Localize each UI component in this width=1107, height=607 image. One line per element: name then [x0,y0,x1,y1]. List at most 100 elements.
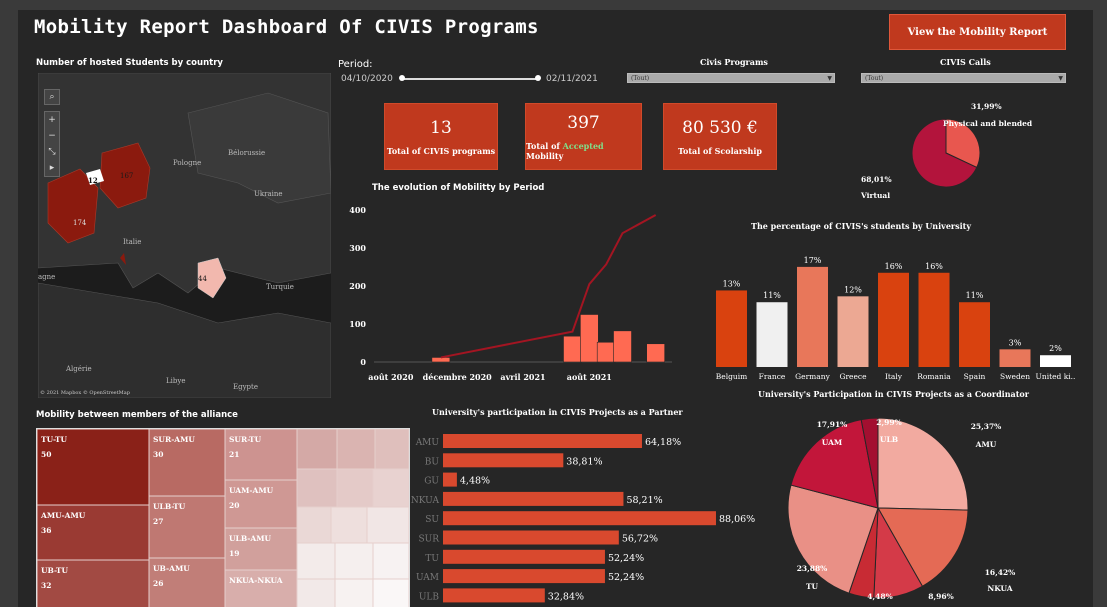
university-category-label: Sweden [1000,372,1030,381]
period-slider-handle-end[interactable] [535,75,541,81]
page-title: Mobility Report Dashboard Of CIVIS Progr… [34,16,539,38]
coordinator-pct-label: 2,99% [876,418,901,427]
coordinator-name-label: UAM [822,438,842,447]
university-category-label: United ki.. [1036,372,1076,381]
university-bar-sweden [999,349,1031,367]
svg-text:Italie: Italie [123,238,141,246]
map-svg: 167 174 12 44 Pologne Bélorussie Ukraine… [38,73,331,398]
y-tick-label: 200 [349,281,366,291]
map-label-greece: 44 [198,275,207,283]
treemap-cell-value: 21 [229,450,239,459]
kpi-mobility: 397 Total of Accepted Mobility [525,103,642,170]
programs-filter-label: Civis Programs [700,57,768,67]
partner-category-label: UAM [416,573,439,583]
coordinator-slice-amu [877,417,969,511]
treemap-cell-value: 30 [153,450,163,459]
partner-bar-chart: AMU 64,18% BU 38,81% GU 4,48% NKUA 58,21% SU 88,0… [411,434,755,603]
map-label-france: 174 [73,219,87,227]
treemap-cell [336,468,374,508]
university-bar-greece [837,296,869,367]
partner-bar-gu [443,472,457,487]
treemap-cell [330,506,368,544]
calls-dropdown[interactable]: (Tout) ▼ [861,73,1066,83]
partner-bar-nkua [443,491,624,506]
partner-value-label: 52,24% [608,553,644,564]
university-value-label: 11% [763,291,781,300]
coordinator-name-label: NKUA [987,584,1012,593]
kpi-scholarship: 80 530 € Total of Scolarship [663,103,777,170]
dashboard: Mobility Report Dashboard Of CIVIS Progr… [18,10,1093,607]
university-value-label: 3% [1009,338,1022,347]
programs-dropdown[interactable]: (Tout) ▼ [627,73,835,83]
mode-label-name: Physical and blended [943,119,1033,128]
x-tick-label: août 2021 [567,372,612,382]
university-category-label: Spain [964,372,986,381]
y-tick-label: 100 [349,319,366,329]
map-label-belgium: 12 [88,176,98,185]
y-tick-label: 0 [360,357,366,367]
treemap-cell-value: 26 [153,579,163,588]
map-label-germany: 167 [120,172,133,180]
treemap-svg: TU-TU 50 AMU-AMU 36 UB-TU 32 SUR-AMU 30 ULB-TU 27… [37,429,409,607]
evolution-bar [580,314,599,363]
partner-category-label: TU [425,554,439,564]
svg-text:Algérie: Algérie [65,365,92,373]
evolution-bar [431,357,451,363]
coordinator-pct-label: 4,48% [867,592,892,601]
alliance-treemap: TU-TU 50 AMU-AMU 36 UB-TU 32 SUR-AMU 30 ULB-TU 27… [36,428,410,607]
treemap-cell [296,506,332,544]
partner-bar-su [443,511,716,526]
period-label: Period: [338,59,373,70]
university-bar-germany [797,266,828,367]
evolution-bar [563,335,582,363]
view-report-button[interactable]: View the Mobility Report [889,14,1066,50]
university-value-label: 12% [844,285,862,294]
svg-text:Libye: Libye [166,377,185,385]
map-search-icon[interactable]: ⌕ [44,89,60,105]
university-bar-france [756,302,788,367]
partner-bar-amu [443,434,642,448]
university-value-label: 13% [723,279,741,288]
y-tick-label: 300 [349,243,366,253]
university-category-label: Italy [885,372,903,381]
partner-category-label: GU [424,477,439,487]
treemap-cell-name: UB-AMU [153,564,190,573]
treemap-cell-value: 20 [229,501,239,510]
evolution-bar [646,343,665,363]
treemap-cell [336,429,376,470]
map-title: Number of hosted Students by country [36,58,223,68]
partner-value-label: 58,21% [626,495,662,506]
choropleth-map[interactable]: 167 174 12 44 Pologne Bélorussie Ukraine… [38,73,331,398]
treemap-cell [296,578,336,607]
coordinator-pct-label: 23,88% [797,564,828,573]
mode-pie-chart: 31,99% Physical and blended 68,01% Virtu… [860,102,1033,200]
map-zoom-controls[interactable]: + − ⤡ ▸ [44,111,60,177]
mode-label-name: Virtual [860,191,890,200]
svg-text:Turquie: Turquie [266,283,294,291]
map-attribution: © 2021 Mapbox © OpenStreetMap [40,389,130,396]
x-tick-label: août 2020 [368,372,414,382]
partner-category-label: AMU [415,438,440,448]
university-bar-united ki.. [1040,355,1071,367]
university-bar-romania [918,272,950,367]
treemap-cell-value: 27 [153,517,163,526]
university-bar-italy [878,272,909,367]
svg-text:agne: agne [38,273,55,281]
treemap-cell-name: ULB-AMU [229,534,272,543]
treemap-cell-name: UB-TU [41,566,68,575]
coordinator-title: University's Participation in CIVIS Proj… [758,389,1029,399]
partner-category-label: BU [425,457,440,467]
period-slider-handle-start[interactable] [399,75,405,81]
coordinator-pct-label: 16,42% [985,568,1016,577]
partner-category-label: SU [425,515,439,525]
partner-value-label: 64,18% [645,437,681,448]
period-slider-track[interactable] [402,78,538,80]
kpi-programs: 13 Total of CIVIS programs [384,103,498,170]
partner-bar-uam [443,569,605,584]
university-pct-chart: 13% Belguim 11% France 17% Germany 12% Greece 16… [716,256,1076,381]
coordinator-pie-chart: 25,37%AMU16,42%NKUA8,96%SU4,48%SUR23,88%… [787,417,1016,601]
treemap-cell [296,429,338,470]
svg-text:Egypte: Egypte [233,383,258,391]
partner-value-label: 88,06% [719,514,755,525]
chevron-down-icon: ▼ [827,75,832,82]
